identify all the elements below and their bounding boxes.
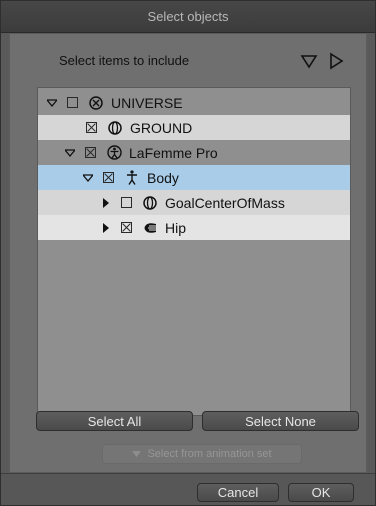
tree-item-label: GoalCenterOfMass bbox=[165, 194, 285, 211]
select-from-animation-set-button: Select from animation set bbox=[102, 444, 302, 464]
tree-item-label: Body bbox=[147, 169, 179, 186]
tree-row-universe[interactable]: UNIVERSE bbox=[38, 90, 350, 115]
expand-toggle[interactable] bbox=[64, 147, 76, 159]
triangle-right-icon bbox=[330, 52, 344, 70]
tree-item-label: LaFemme Pro bbox=[129, 144, 218, 161]
figure-icon bbox=[106, 145, 122, 161]
expand-toggle[interactable] bbox=[100, 197, 112, 209]
tree-row-ground[interactable]: GROUND bbox=[38, 115, 350, 140]
ok-button[interactable]: OK bbox=[288, 483, 354, 502]
expand-all-button[interactable] bbox=[299, 52, 319, 70]
expand-toggle[interactable] bbox=[100, 222, 112, 234]
triangle-down-icon bbox=[300, 55, 318, 69]
chevron-down-icon bbox=[47, 98, 57, 107]
tree-checkbox[interactable] bbox=[121, 197, 132, 208]
goal-icon bbox=[142, 195, 158, 211]
chevron-down-icon bbox=[132, 451, 142, 457]
tree-row-lafemme-pro[interactable]: LaFemme Pro bbox=[38, 140, 350, 165]
dialog-footer: Cancel OK bbox=[1, 473, 375, 505]
tree-checkbox[interactable] bbox=[103, 172, 114, 183]
dialog-panel: Select items to include UNIVERSE GROUND … bbox=[9, 34, 367, 472]
chevron-right-icon bbox=[103, 222, 109, 233]
tree-row-goalcenterofmass[interactable]: GoalCenterOfMass bbox=[38, 190, 350, 215]
universe-icon bbox=[88, 95, 104, 111]
tree-checkbox[interactable] bbox=[67, 97, 78, 108]
select-none-button[interactable]: Select None bbox=[202, 411, 359, 431]
tree-item-label: UNIVERSE bbox=[111, 94, 183, 111]
collapse-all-button[interactable] bbox=[326, 52, 346, 70]
cancel-button[interactable]: Cancel bbox=[197, 483, 279, 502]
hip-icon bbox=[142, 220, 158, 236]
header-row: Select items to include bbox=[10, 34, 368, 86]
header-label: Select items to include bbox=[59, 53, 190, 68]
ground-icon bbox=[107, 120, 123, 136]
select-from-animation-set-label: Select from animation set bbox=[147, 448, 272, 460]
tree-item-label: GROUND bbox=[130, 119, 193, 136]
tree-row-body[interactable]: Body bbox=[38, 165, 350, 190]
object-tree[interactable]: UNIVERSE GROUND LaFemme Pro Body GoalCen… bbox=[37, 87, 351, 416]
expand-toggle[interactable] bbox=[82, 172, 94, 184]
body-icon bbox=[124, 170, 140, 186]
tree-row-hip[interactable]: Hip bbox=[38, 215, 350, 240]
window-title: Select objects bbox=[1, 1, 375, 33]
tree-checkbox[interactable] bbox=[121, 222, 132, 233]
tree-item-label: Hip bbox=[165, 219, 187, 236]
chevron-right-icon bbox=[103, 197, 109, 208]
chevron-down-icon bbox=[65, 148, 75, 157]
select-objects-dialog: Select objects Select items to include U… bbox=[0, 0, 376, 506]
chevron-down-icon bbox=[83, 173, 93, 182]
expand-toggle[interactable] bbox=[46, 97, 58, 109]
tree-checkbox[interactable] bbox=[85, 147, 96, 158]
tree-checkbox[interactable] bbox=[86, 122, 97, 133]
select-all-button[interactable]: Select All bbox=[36, 411, 193, 431]
